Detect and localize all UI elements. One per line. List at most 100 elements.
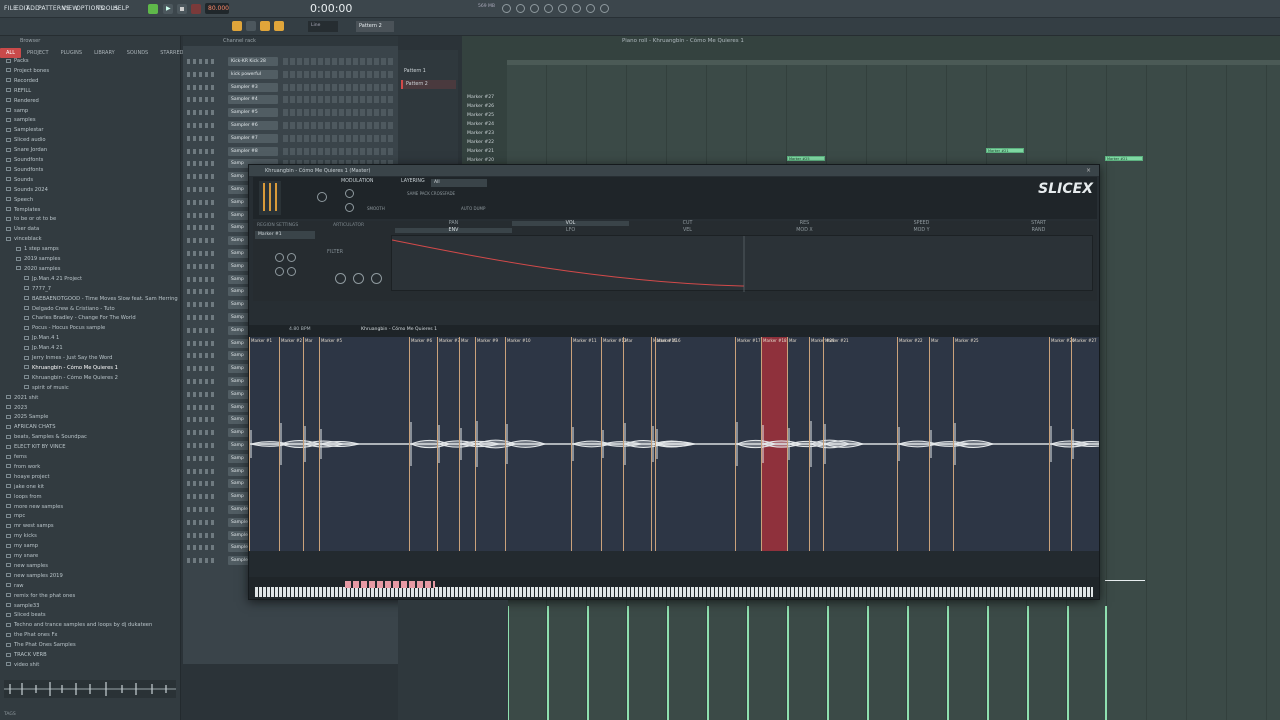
stop-button[interactable]	[177, 4, 187, 14]
slice-marker[interactable]	[823, 337, 824, 551]
marker-label[interactable]: Marker #26	[467, 104, 494, 109]
pat-song-toggle[interactable]	[148, 4, 158, 14]
snap-tool-icon[interactable]	[232, 21, 242, 31]
paint-tool-icon[interactable]	[260, 21, 270, 31]
channel-controls[interactable]	[187, 71, 217, 77]
env-tab-vol[interactable]: VOL	[512, 221, 629, 226]
browser-item[interactable]: Techno and trance samples and loops by d…	[6, 622, 152, 628]
browser-item[interactable]: 1 step samps	[16, 246, 59, 252]
slice-marker[interactable]	[459, 337, 460, 551]
slice-marker[interactable]	[761, 337, 762, 551]
channel-name-button[interactable]: Sampler #3	[228, 82, 278, 92]
channel-controls[interactable]	[187, 545, 217, 551]
velocity-bar[interactable]	[667, 606, 669, 720]
channel-row[interactable]: Sampler #5	[183, 107, 398, 118]
channel-row[interactable]: Sampler #4	[183, 94, 398, 105]
channel-controls[interactable]	[187, 340, 217, 346]
browser-item[interactable]: from work	[6, 464, 40, 470]
channel-rack-icon[interactable]	[530, 4, 539, 13]
velocity-bar[interactable]	[707, 606, 709, 720]
channel-controls[interactable]	[187, 468, 217, 474]
envelope-graph[interactable]	[391, 235, 1093, 292]
browser-item[interactable]: more new samples	[6, 504, 63, 510]
channel-controls[interactable]	[187, 391, 217, 397]
tab-project[interactable]: PROJECT	[21, 48, 55, 58]
tab-all[interactable]: ALL	[0, 48, 21, 58]
channel-controls[interactable]	[187, 199, 217, 205]
main-knob[interactable]	[317, 192, 327, 202]
velocity-bar[interactable]	[627, 606, 629, 720]
browser-item[interactable]: sample33	[6, 603, 39, 609]
channel-controls[interactable]	[187, 161, 217, 167]
browser-item[interactable]: jake one kit	[6, 484, 44, 490]
browser-item[interactable]: 2025 Sample	[6, 414, 48, 420]
velocity-bar[interactable]	[867, 606, 869, 720]
timeline-ruler[interactable]	[507, 60, 1280, 65]
browser-item[interactable]: Soundfonts	[6, 167, 43, 173]
velocity-bar[interactable]	[1067, 606, 1069, 720]
step-sequencer[interactable]	[283, 83, 393, 91]
browser-item[interactable]: AFRICAN CHATS	[6, 424, 56, 430]
note[interactable]: Marker #21	[1105, 156, 1143, 161]
browser-item[interactable]: TRACK VERB	[6, 652, 47, 658]
tab-library[interactable]: LIBRARY	[88, 48, 121, 58]
slice-marker[interactable]	[623, 337, 624, 551]
browser-item[interactable]: new samples 2019	[6, 573, 63, 579]
channel-name-button[interactable]: Sampler #4	[228, 95, 278, 105]
browser-item[interactable]: raw	[6, 583, 24, 589]
marker-label[interactable]: Marker #20	[467, 158, 494, 163]
layering-select[interactable]: All	[431, 179, 487, 187]
channel-name-button[interactable]: Sampler #5	[228, 108, 278, 118]
step-sequencer[interactable]	[283, 70, 393, 78]
note[interactable]: Marker #21	[986, 148, 1024, 153]
cpu-icon[interactable]	[502, 4, 511, 13]
slice-marker[interactable]	[787, 337, 788, 551]
channel-controls[interactable]	[187, 353, 217, 359]
velocity-bar[interactable]	[747, 606, 749, 720]
browser-item[interactable]: Soundfonts	[6, 157, 43, 163]
browser-item[interactable]: my kicks	[6, 533, 37, 539]
channel-name-button[interactable]: kick powerful	[228, 69, 278, 79]
step-sequencer[interactable]	[283, 58, 393, 65]
menu-help[interactable]: HELP	[113, 5, 129, 12]
channel-controls[interactable]	[187, 507, 217, 512]
marker-label[interactable]: Marker #24	[467, 122, 494, 127]
slice-marker[interactable]	[1049, 337, 1050, 551]
auto-dump-label[interactable]: AUTO DUMP	[461, 206, 485, 211]
slice-marker[interactable]	[953, 337, 954, 551]
env-tab-res[interactable]: RES	[746, 221, 863, 226]
browser-item[interactable]: Samplestar	[6, 127, 44, 133]
env-tab-cut[interactable]: CUT	[629, 221, 746, 226]
browser-item[interactable]: Khruangbin - Cómo Me Quieres 1	[24, 365, 118, 371]
env-subtab-rand[interactable]: RAND	[980, 228, 1097, 233]
slice-marker[interactable]	[303, 337, 304, 551]
record-button[interactable]	[191, 4, 201, 14]
velocity-bar[interactable]	[587, 606, 589, 720]
env-tab-start[interactable]: START	[980, 221, 1097, 226]
filter-knob[interactable]	[335, 273, 346, 284]
channel-row[interactable]: Sampler #6	[183, 120, 398, 131]
browser-item[interactable]: 2023	[6, 405, 27, 411]
browser-item[interactable]: Project bones	[6, 68, 49, 74]
browser-item[interactable]: to be or ot to be	[6, 216, 56, 222]
channel-controls[interactable]	[187, 430, 217, 436]
same-pack-label[interactable]: SAME PACK	[407, 191, 430, 196]
slice-marker[interactable]	[1071, 337, 1072, 551]
channel-controls[interactable]	[187, 289, 217, 295]
channel-controls[interactable]	[187, 558, 217, 564]
browser-item[interactable]: samples	[6, 117, 36, 123]
browser-item[interactable]: Delgado Crew & Cristiano - Tuto	[24, 306, 115, 312]
browser-item[interactable]: samp	[6, 108, 28, 114]
plugin-db-icon[interactable]	[586, 4, 595, 13]
browser-item[interactable]: Charles Bradley - Change For The World	[24, 315, 136, 321]
channel-controls[interactable]	[187, 443, 217, 448]
slice-marker[interactable]	[279, 337, 280, 551]
region-knob[interactable]	[287, 253, 296, 262]
browser-item[interactable]: mpc	[6, 513, 25, 519]
channel-controls[interactable]	[187, 494, 217, 500]
mod-knob-x[interactable]	[345, 189, 354, 198]
step-sequencer[interactable]	[283, 122, 393, 129]
browser-icon[interactable]	[572, 4, 581, 13]
browser-item[interactable]: Sounds	[6, 177, 33, 183]
browser-item[interactable]: loops from	[6, 494, 42, 500]
